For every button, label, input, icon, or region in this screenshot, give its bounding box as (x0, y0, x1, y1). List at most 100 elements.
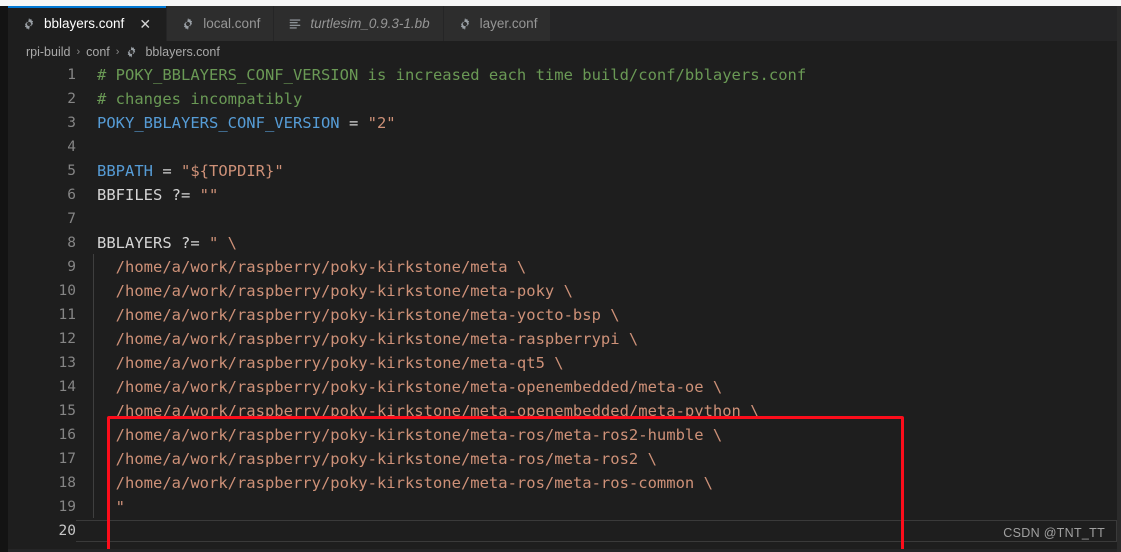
editor-tab-local-conf[interactable]: local.conf (167, 6, 275, 41)
code-line[interactable]: 14 /home/a/work/raspberry/poky-kirkstone… (8, 374, 1117, 399)
editor-pane[interactable]: 1 # POKY_BBLAYERS_CONF_VERSION is increas… (8, 63, 1117, 552)
token-var: POKY_BBLAYERS_CONF_VERSION (97, 114, 340, 132)
line-number: 1 (67, 67, 76, 83)
gear-icon (180, 16, 196, 32)
line-content[interactable]: /home/a/work/raspberry/poky-kirkstone/me… (76, 470, 1117, 495)
gear-icon (125, 46, 138, 59)
line-content[interactable]: /home/a/work/raspberry/poky-kirkstone/me… (76, 350, 1117, 375)
token-string: " (97, 498, 125, 516)
line-content[interactable]: /home/a/work/raspberry/poky-kirkstone/me… (76, 302, 1117, 327)
line-number: 9 (67, 259, 76, 275)
code-line[interactable]: 11 /home/a/work/raspberry/poky-kirkstone… (8, 302, 1117, 327)
code-line[interactable]: 8 BBLAYERS ?= " \ (8, 231, 1117, 255)
line-content[interactable]: # POKY_BBLAYERS_CONF_VERSION is increase… (76, 63, 1117, 87)
code-line[interactable]: 20 (8, 519, 1117, 543)
code-line[interactable]: 12 /home/a/work/raspberry/poky-kirkstone… (8, 326, 1117, 351)
tab-label: turtlesim_0.9.3-1.bb (310, 16, 430, 31)
code-line[interactable]: 5 BBPATH = "${TOPDIR}" (8, 159, 1117, 183)
breadcrumb-item-rpi-build[interactable]: rpi-build (26, 45, 70, 59)
line-number: 14 (58, 379, 76, 395)
line-content[interactable]: /home/a/work/raspberry/poky-kirkstone/me… (76, 398, 1117, 423)
code-line[interactable]: 18 /home/a/work/raspberry/poky-kirkstone… (8, 470, 1117, 495)
breadcrumb-separator: › (76, 46, 81, 58)
close-icon[interactable]: ✕ (137, 16, 153, 32)
token-string: /home/a/work/raspberry/poky-kirkstone/me… (97, 378, 723, 396)
line-number: 6 (67, 187, 76, 203)
token-comment: # changes incompatibly (97, 90, 303, 108)
line-number: 4 (67, 139, 76, 155)
line-number: 11 (58, 307, 76, 323)
watermark-text: CSDN @TNT_TT (1003, 526, 1105, 540)
breadcrumb-item-bblayers-conf[interactable]: bblayers.conf (145, 45, 219, 59)
editor-scrollbar-track[interactable] (1117, 6, 1121, 552)
line-content[interactable]: BBFILES ?= "" (76, 183, 1117, 207)
line-content[interactable]: /home/a/work/raspberry/poky-kirkstone/me… (76, 446, 1117, 471)
line-content[interactable]: BBPATH = "${TOPDIR}" (76, 159, 1117, 183)
line-content[interactable]: /home/a/work/raspberry/poky-kirkstone/me… (76, 422, 1117, 447)
token-string: "2" (367, 114, 396, 132)
breadcrumb-item-conf[interactable]: conf (86, 45, 110, 59)
line-number: 5 (67, 163, 76, 179)
line-number: 19 (58, 499, 76, 515)
editor-tab-bar: bblayers.conf ✕ local.conf turtlesim_0.9.3-… (8, 6, 1117, 41)
code-line[interactable]: 4 (8, 135, 1117, 159)
editor-tab-layer-conf[interactable]: layer.conf (443, 6, 552, 41)
token-plain: BBLAYERS ?= (97, 234, 209, 252)
token-string: /home/a/work/raspberry/poky-kirkstone/me… (97, 402, 760, 420)
line-number: 20 (58, 523, 76, 539)
token-string: /home/a/work/raspberry/poky-kirkstone/me… (97, 450, 657, 468)
code-line[interactable]: 19 " (8, 494, 1117, 519)
code-line[interactable]: 13 /home/a/work/raspberry/poky-kirkstone… (8, 350, 1117, 375)
line-content[interactable] (76, 520, 1117, 542)
editor-tab-bblayers-conf[interactable]: bblayers.conf ✕ (8, 6, 168, 41)
line-number: 17 (58, 451, 76, 467)
breadcrumb-separator: › (115, 46, 120, 58)
token-string: /home/a/work/raspberry/poky-kirkstone/me… (97, 258, 527, 276)
breadcrumb: rpi-build › conf › bblayers.conf (8, 41, 1117, 63)
tab-label: local.conf (203, 16, 261, 31)
token-comment: # POKY_BBLAYERS_CONF_VERSION is increase… (97, 66, 807, 84)
code-line[interactable]: 9 /home/a/work/raspberry/poky-kirkstone/… (8, 254, 1117, 279)
tab-bar-filler (551, 6, 1117, 41)
code-content[interactable]: 1 # POKY_BBLAYERS_CONF_VERSION is increas… (8, 63, 1117, 543)
token-string: /home/a/work/raspberry/poky-kirkstone/me… (97, 282, 573, 300)
token-string: /home/a/work/raspberry/poky-kirkstone/me… (97, 354, 564, 372)
line-number: 8 (67, 235, 76, 251)
line-content[interactable]: /home/a/work/raspberry/poky-kirkstone/me… (76, 254, 1117, 279)
line-number: 3 (67, 115, 76, 131)
token-string: /home/a/work/raspberry/poky-kirkstone/me… (97, 426, 723, 444)
code-line[interactable]: 2 # changes incompatibly (8, 87, 1117, 111)
line-number: 18 (58, 475, 76, 491)
token-string: /home/a/work/raspberry/poky-kirkstone/me… (97, 474, 713, 492)
code-line[interactable]: 16 /home/a/work/raspberry/poky-kirkstone… (8, 422, 1117, 447)
token-plain: = (153, 162, 181, 180)
line-content[interactable]: # changes incompatibly (76, 87, 1117, 111)
list-lines-icon (287, 16, 303, 32)
code-line[interactable]: 1 # POKY_BBLAYERS_CONF_VERSION is increas… (8, 63, 1117, 87)
code-line[interactable]: 17 /home/a/work/raspberry/poky-kirkstone… (8, 446, 1117, 471)
editor-tab-turtlesim-0-9-3-1-bb[interactable]: turtlesim_0.9.3-1.bb (274, 6, 444, 41)
gear-icon (21, 16, 37, 32)
vscode-editor-window: bblayers.conf ✕ local.conf turtlesim_0.9.3-… (0, 0, 1121, 552)
activity-bar-edge (0, 6, 8, 552)
line-number: 10 (58, 283, 76, 299)
code-line[interactable]: 10 /home/a/work/raspberry/poky-kirkstone… (8, 278, 1117, 303)
code-line[interactable]: 6 BBFILES ?= "" (8, 183, 1117, 207)
line-content[interactable]: /home/a/work/raspberry/poky-kirkstone/me… (76, 326, 1117, 351)
line-content[interactable]: /home/a/work/raspberry/poky-kirkstone/me… (76, 278, 1117, 303)
code-line[interactable]: 7 (8, 207, 1117, 231)
token-string: " \ (208, 234, 237, 252)
line-content[interactable]: /home/a/work/raspberry/poky-kirkstone/me… (76, 374, 1117, 399)
line-content[interactable]: POKY_BBLAYERS_CONF_VERSION = "2" (76, 111, 1117, 135)
line-number: 15 (58, 403, 76, 419)
line-number: 12 (58, 331, 76, 347)
line-content[interactable]: BBLAYERS ?= " \ (76, 231, 1117, 255)
code-line[interactable]: 15 /home/a/work/raspberry/poky-kirkstone… (8, 398, 1117, 423)
code-line[interactable]: 3 POKY_BBLAYERS_CONF_VERSION = "2" (8, 111, 1117, 135)
line-content[interactable]: " (76, 494, 1117, 519)
tab-label: layer.conf (479, 16, 538, 31)
gear-icon (457, 16, 473, 32)
token-string: "${TOPDIR}" (181, 162, 284, 180)
token-string: "" (199, 186, 219, 204)
token-plain: = (339, 114, 368, 132)
